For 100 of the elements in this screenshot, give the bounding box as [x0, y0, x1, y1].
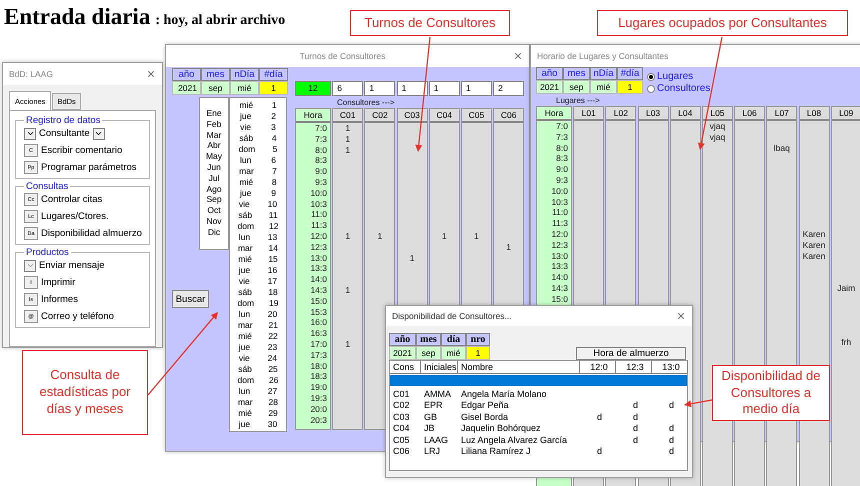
radio-option[interactable]: Lugares: [647, 71, 710, 82]
field-label: #día: [617, 67, 643, 80]
radio-option[interactable]: Consultores: [647, 83, 710, 94]
action-label: Lugares/Ctores.: [41, 211, 109, 222]
weekday-label: jue: [240, 188, 252, 199]
time-label: 7:0: [315, 123, 327, 134]
date-field: mié: [590, 80, 617, 94]
group-title: Productos: [25, 247, 70, 258]
action-label: Escribir comentario: [41, 145, 122, 156]
count-field: 6: [332, 81, 364, 96]
time-label: 13:0: [310, 252, 327, 264]
time-label: 8:3: [315, 155, 327, 166]
schedule-entry: 1: [345, 338, 350, 350]
day-number: 3: [271, 122, 276, 133]
action-label: Imprimir: [41, 277, 76, 288]
time-label: 9:0: [556, 164, 568, 175]
window-title: Disponibilidad de Consultores...: [392, 311, 513, 321]
weekday-label: vie: [240, 122, 251, 133]
time-label: 9:3: [315, 176, 327, 188]
search-button[interactable]: Buscar: [172, 290, 209, 308]
time-label: 13:0: [551, 250, 568, 262]
schedule-entry: vjaq: [710, 132, 726, 143]
weekday-label: jue: [238, 265, 250, 276]
action-label: Correo y teléfono: [41, 311, 114, 322]
window-title: BdD: LAAG: [9, 69, 54, 79]
time-label: 19:0: [310, 382, 327, 393]
weekday-label: jue: [238, 342, 250, 353]
schedule-entry: Karen: [802, 240, 826, 251]
day-number: 13: [268, 232, 278, 243]
field-label: nDía: [230, 68, 259, 81]
column-header: 12:3: [616, 361, 652, 373]
field-label: año: [389, 333, 416, 346]
field-label: mes: [416, 333, 441, 346]
day-number: 4: [272, 133, 277, 144]
group-title: Consultas: [25, 181, 70, 192]
count-field: 2: [493, 81, 524, 96]
date-field: mié: [441, 346, 466, 360]
schedule-entry: 1: [345, 134, 350, 145]
month-item[interactable]: Dic: [208, 226, 220, 238]
column-group-header: Hora de almuerzo: [576, 347, 686, 360]
table-cell-text: GB: [423, 412, 438, 422]
column-header: C03: [398, 109, 427, 123]
day-number: 2: [271, 111, 276, 122]
field-label: año: [536, 67, 563, 80]
weekday-label: vie: [238, 353, 250, 364]
callout-note: Consulta de estadísticas por días y meses: [22, 350, 148, 435]
time-label: 7:0: [556, 121, 568, 132]
weekday-label: lun: [238, 386, 250, 397]
day-number: 17: [268, 276, 278, 287]
month-item[interactable]: Oct: [207, 205, 221, 216]
month-item[interactable]: May: [206, 151, 222, 162]
day-number: 16: [268, 265, 278, 276]
time-label: 10:3: [310, 198, 327, 210]
day-number: 11: [268, 210, 278, 221]
time-label: 11:0: [552, 207, 568, 218]
month-item[interactable]: Ago: [206, 184, 222, 194]
time-label: 8:3: [556, 153, 568, 164]
day-number: 30: [268, 419, 278, 430]
page-title: Entrada diaria: [4, 4, 150, 30]
schedule-entry: 1: [345, 284, 350, 296]
day-number: 6: [271, 155, 276, 166]
month-item[interactable]: Nov: [206, 216, 222, 227]
month-item[interactable]: Feb: [206, 118, 222, 130]
month-item[interactable]: Jun: [207, 162, 221, 173]
weekday-label: lun: [240, 155, 252, 166]
time-label: 13:3: [310, 263, 327, 274]
month-item[interactable]: Ene: [206, 108, 222, 119]
day-number: 24: [268, 353, 278, 364]
month-item[interactable]: Sep: [206, 194, 222, 206]
month-item[interactable]: Mar: [206, 130, 222, 140]
time-label: 8:0: [315, 144, 327, 156]
table-cell-text: d: [596, 446, 603, 456]
column-header: C05: [462, 109, 491, 123]
weekday-label: sáb: [238, 364, 252, 375]
callout-note: Disponibilidad de Consultores a medio día: [712, 365, 830, 421]
day-number: 21: [268, 320, 278, 331]
time-label: 14:3: [310, 284, 327, 296]
table-cell-text: Jaquelin Bohórquez: [460, 423, 542, 434]
table-cell-text: C02: [392, 400, 411, 410]
month-item[interactable]: Jul: [208, 172, 220, 184]
callout-note: Lugares ocupados por Consultantes: [597, 10, 848, 36]
window-title: Horario de Lugares y Consultantes: [537, 51, 670, 61]
weekday-label: dom: [237, 298, 254, 309]
weekday-label: mié: [238, 408, 252, 419]
day-number: 29: [268, 408, 278, 419]
table-cell-text: d: [668, 434, 675, 445]
time-label: 15:0: [551, 294, 568, 305]
table-cell-text: d: [632, 423, 639, 434]
day-number: 26: [269, 375, 278, 386]
time-label: 11:0: [311, 209, 327, 220]
weekday-label: sáb: [239, 133, 254, 144]
weekday-label: jue: [238, 419, 250, 430]
day-number: 10: [268, 199, 278, 210]
column-header: Cons: [390, 361, 421, 373]
table-cell-text: d: [632, 400, 639, 410]
time-label: 14:0: [310, 274, 327, 285]
weekday-label: mar: [239, 166, 254, 177]
month-item[interactable]: Abr: [207, 140, 221, 152]
day-number: 22: [268, 331, 278, 342]
action-label: Controlar citas: [41, 194, 102, 205]
